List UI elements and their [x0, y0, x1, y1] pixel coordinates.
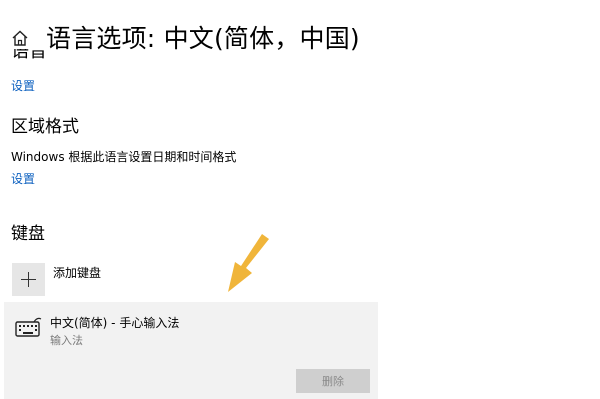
- keyboard-item-type: 输入法: [50, 334, 83, 347]
- keyboard-icon: [15, 317, 42, 337]
- remove-button[interactable]: 删除: [296, 369, 370, 393]
- speech-settings-link[interactable]: 设置: [11, 77, 35, 94]
- region-format-heading: 区域格式: [11, 117, 79, 137]
- home-icon[interactable]: [10, 28, 30, 48]
- region-format-description: Windows 根据此语言设置日期和时间格式: [11, 150, 237, 164]
- keyboard-heading: 键盘: [11, 224, 45, 244]
- pointer-arrow-icon: [228, 234, 269, 292]
- keyboard-list-item[interactable]: 中文(简体) - 手心输入法 输入法 删除: [4, 302, 378, 399]
- region-settings-link[interactable]: 设置: [11, 170, 35, 187]
- keyboard-item-name: 中文(简体) - 手心输入法: [50, 316, 180, 330]
- add-keyboard-label[interactable]: 添加键盘: [53, 264, 101, 281]
- page-title: 语言选项: 中文(简体，中国): [46, 24, 360, 53]
- add-keyboard-button[interactable]: [12, 263, 45, 296]
- speech-heading: 语音: [11, 49, 47, 61]
